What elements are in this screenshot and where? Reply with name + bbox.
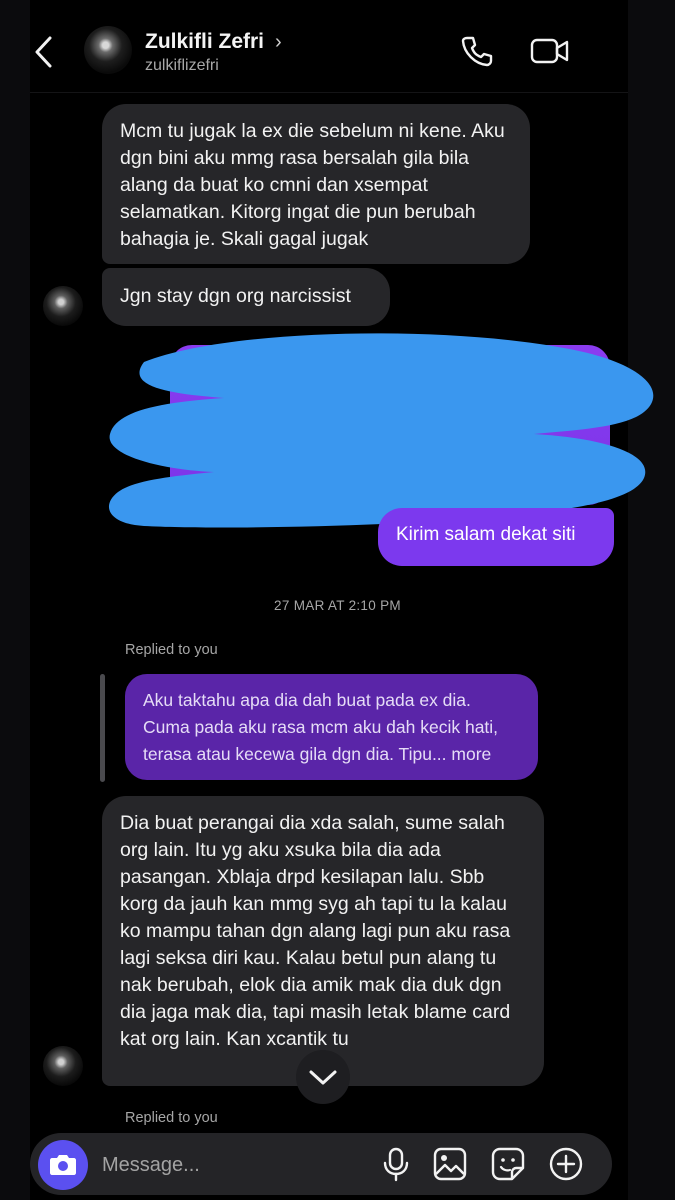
quoted-reply[interactable]: Aku taktahu apa dia dah buat pada ex dia… xyxy=(125,674,538,780)
scroll-to-bottom-button[interactable] xyxy=(296,1050,350,1104)
sender-avatar xyxy=(43,286,83,326)
audio-call-button[interactable] xyxy=(460,34,494,68)
camera-button[interactable] xyxy=(38,1140,88,1190)
contact-username[interactable]: zulkiflizefri xyxy=(145,57,219,75)
outgoing-message[interactable]: Kirim salam dekat siti xyxy=(378,508,614,566)
contact-name[interactable]: Zulkifli Zefri xyxy=(145,30,264,54)
chevron-right-icon[interactable]: › xyxy=(275,31,282,54)
incoming-message[interactable]: Jgn stay dgn org narcissist xyxy=(102,268,390,326)
phone-icon xyxy=(461,36,493,67)
timestamp: 27 MAR AT 2:10 PM xyxy=(274,598,401,613)
sticker-icon xyxy=(491,1147,525,1181)
contact-avatar[interactable] xyxy=(84,26,132,74)
sender-avatar xyxy=(43,1046,83,1086)
message-input[interactable] xyxy=(100,1146,354,1184)
microphone-icon xyxy=(383,1147,409,1182)
replied-label: Replied to you xyxy=(125,1110,218,1126)
video-call-button[interactable] xyxy=(530,34,570,68)
more-options-button[interactable] xyxy=(548,1146,584,1182)
incoming-message[interactable]: Mcm tu jugak la ex die sebelum ni kene. … xyxy=(102,104,530,264)
reply-indicator-bar xyxy=(100,674,105,782)
chevron-down-icon xyxy=(309,1070,337,1085)
camera-icon xyxy=(50,1155,76,1175)
gallery-button[interactable] xyxy=(432,1146,468,1182)
incoming-message[interactable]: Dia buat perangai dia xda salah, sume sa… xyxy=(102,796,544,1086)
video-camera-icon xyxy=(530,38,569,64)
back-arrow-icon xyxy=(35,36,52,68)
image-icon xyxy=(433,1147,467,1181)
voice-message-button[interactable] xyxy=(378,1146,414,1182)
replied-label: Replied to you xyxy=(125,642,218,658)
sticker-button[interactable] xyxy=(490,1146,526,1182)
back-button[interactable] xyxy=(30,34,60,70)
plus-circle-icon xyxy=(549,1147,583,1181)
